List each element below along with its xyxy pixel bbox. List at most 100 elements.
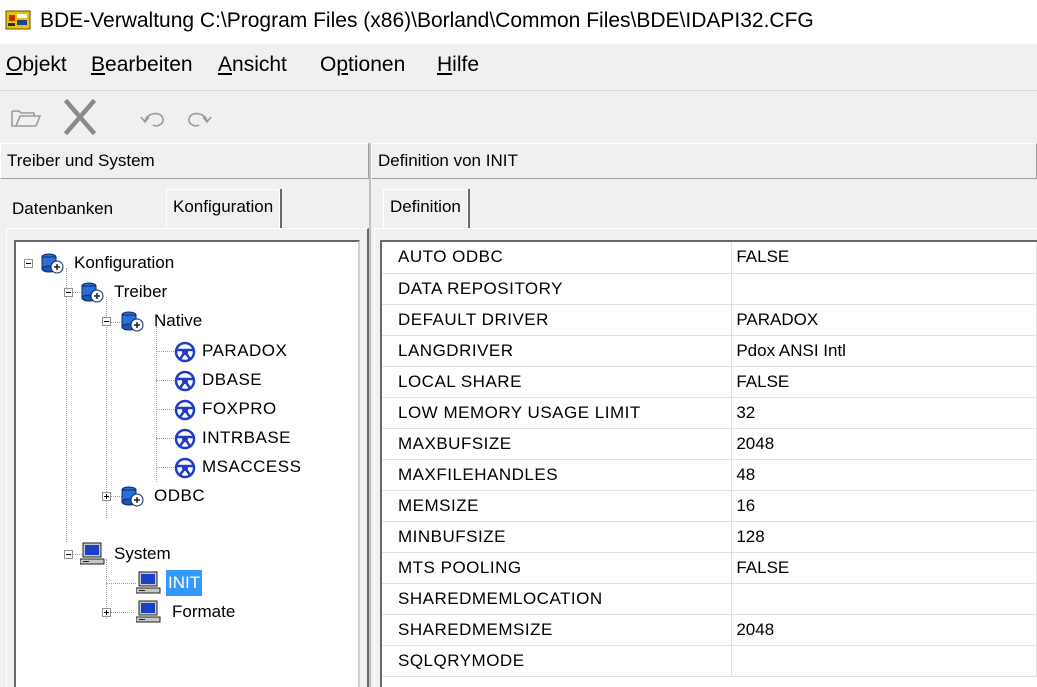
tree-node-treiber[interactable]: Treiber [16, 277, 356, 307]
menu-objekt[interactable]: Objekt [6, 53, 67, 77]
menu-ansicht[interactable]: Ansicht [218, 53, 287, 77]
menu-hilfe-mnemonic: H [437, 53, 453, 76]
tree-node-dbase[interactable]: DBASE [16, 365, 356, 395]
param-name: DEFAULT DRIVER [382, 304, 733, 336]
database-config-icon [81, 282, 104, 303]
table-row[interactable]: DEFAULT DRIVER PARADOX [382, 304, 1037, 336]
definition-table: AUTO ODBC FALSE DATA REPOSITORY DEFAULT D… [382, 242, 1037, 677]
param-name: MAXBUFSIZE [382, 428, 733, 460]
menu-optionen-label: tionen [348, 53, 406, 76]
tree-node-intrbase[interactable]: INTRBASE [16, 423, 356, 453]
left-tabstrip: Datenbanken Konfiguration [0, 181, 369, 229]
menu-bar: Objekt Bearbeiten Ansicht Optionen Hilfe [0, 44, 1037, 91]
param-name: LOCAL SHARE [382, 366, 733, 398]
table-row[interactable]: AUTO ODBC FALSE [382, 242, 1037, 274]
menu-hilfe-label: ilfe [452, 53, 480, 76]
database-config-icon [121, 486, 144, 507]
menu-objekt-mnemonic: O [6, 53, 23, 76]
param-value[interactable] [731, 645, 1037, 677]
menu-bearbeiten-mnemonic: B [91, 53, 106, 76]
tree-label: System [114, 544, 171, 563]
param-value[interactable]: Pdox ANSI Intl [731, 335, 1037, 367]
tree-node-msaccess[interactable]: MSACCESS [16, 452, 356, 482]
param-value[interactable]: FALSE [731, 366, 1037, 398]
tree-node-init[interactable]: INIT [16, 568, 356, 598]
tab-definition[interactable]: Definition [383, 189, 468, 229]
computer-icon [136, 571, 161, 594]
table-row[interactable]: SQLQRYMODE [382, 645, 1037, 677]
table-row[interactable]: MAXBUFSIZE 2048 [382, 428, 1037, 460]
param-value[interactable]: FALSE [731, 242, 1037, 274]
param-value[interactable] [731, 273, 1037, 305]
database-config-icon [121, 311, 144, 332]
tree-label: PARADOX [202, 341, 288, 360]
redo-icon[interactable] [178, 99, 218, 135]
tree-label: Native [154, 311, 203, 330]
tree-node-formate[interactable]: Formate [16, 597, 356, 627]
param-name: DATA REPOSITORY [382, 273, 733, 305]
collapse-toggle[interactable] [24, 259, 33, 268]
param-value[interactable]: PARADOX [731, 304, 1037, 336]
open-folder-icon[interactable] [6, 99, 46, 135]
pane-splitter[interactable] [369, 143, 371, 687]
tree-node-foxpro[interactable]: FOXPRO [16, 394, 356, 424]
param-name: AUTO ODBC [382, 242, 733, 274]
collapse-toggle[interactable] [64, 550, 73, 559]
tree-node-native[interactable]: Native [16, 306, 356, 336]
expand-toggle[interactable] [102, 492, 111, 501]
title-bar: BDE-Verwaltung C:\Program Files (x86)\Bo… [0, 0, 1037, 44]
param-value[interactable]: 2048 [731, 428, 1037, 460]
tree-label-selected: INIT [166, 570, 203, 596]
driver-icon [174, 341, 196, 363]
menu-optionen[interactable]: Optionen [320, 53, 405, 77]
param-value[interactable]: 48 [731, 459, 1037, 491]
definition-grid[interactable]: AUTO ODBC FALSE DATA REPOSITORY DEFAULT D… [380, 240, 1037, 687]
driver-icon [174, 370, 196, 392]
param-name: MAXFILEHANDLES [382, 459, 733, 491]
tree-label: INTRBASE [202, 428, 292, 447]
tree-node-konfiguration[interactable]: Konfiguration [16, 248, 356, 278]
menu-hilfe[interactable]: Hilfe [437, 53, 479, 77]
collapse-toggle[interactable] [102, 317, 111, 326]
table-row[interactable]: LOCAL SHARE FALSE [382, 366, 1037, 398]
param-value[interactable]: FALSE [731, 552, 1037, 584]
menu-ansicht-label: nsicht [232, 53, 287, 76]
tree-node-system[interactable]: System [16, 539, 356, 569]
table-row[interactable]: MAXFILEHANDLES 48 [382, 459, 1037, 491]
undo-icon[interactable] [134, 99, 174, 135]
table-row[interactable]: MTS POOLING FALSE [382, 552, 1037, 584]
expand-toggle[interactable] [102, 608, 111, 617]
tab-konfiguration[interactable]: Konfiguration [166, 189, 281, 229]
tree-node-paradox[interactable]: PARADOX [16, 336, 356, 366]
tree-node-odbc[interactable]: ODBC [16, 481, 356, 511]
table-row[interactable]: SHAREDMEMLOCATION [382, 583, 1037, 615]
menu-ansicht-mnemonic: A [218, 53, 233, 76]
param-value[interactable]: 128 [731, 521, 1037, 553]
table-row[interactable]: DATA REPOSITORY [382, 273, 1037, 305]
computer-icon [80, 542, 105, 565]
param-name: SHAREDMEMLOCATION [382, 583, 733, 615]
delete-x-icon[interactable] [60, 99, 100, 135]
table-row[interactable]: MINBUFSIZE 128 [382, 521, 1037, 553]
param-value[interactable]: 16 [731, 490, 1037, 522]
computer-icon [136, 600, 161, 623]
menu-bearbeiten-label: earbeiten [105, 53, 193, 76]
param-value[interactable]: 32 [731, 397, 1037, 429]
table-row[interactable]: SHAREDMEMSIZE 2048 [382, 614, 1037, 646]
tab-datenbanken[interactable]: Datenbanken [6, 193, 119, 227]
driver-icon [174, 399, 196, 421]
collapse-toggle[interactable] [64, 288, 73, 297]
table-row[interactable]: LANGDRIVER Pdox ANSI Intl [382, 335, 1037, 367]
param-name: LANGDRIVER [382, 335, 733, 367]
param-value[interactable]: 2048 [731, 614, 1037, 646]
left-pane-header: Treiber und System [0, 143, 369, 179]
driver-icon [174, 428, 196, 450]
driver-icon [174, 457, 196, 479]
table-row[interactable]: MEMSIZE 16 [382, 490, 1037, 522]
table-row[interactable]: LOW MEMORY USAGE LIMIT 32 [382, 397, 1037, 429]
menu-optionen-mnemonic: p [336, 53, 349, 76]
menu-bearbeiten[interactable]: Bearbeiten [91, 53, 193, 77]
bde-app-icon[interactable] [5, 7, 31, 33]
config-tree[interactable]: Konfiguration Treiber Native PARADOX DBA… [14, 240, 360, 687]
param-value[interactable] [731, 583, 1037, 615]
